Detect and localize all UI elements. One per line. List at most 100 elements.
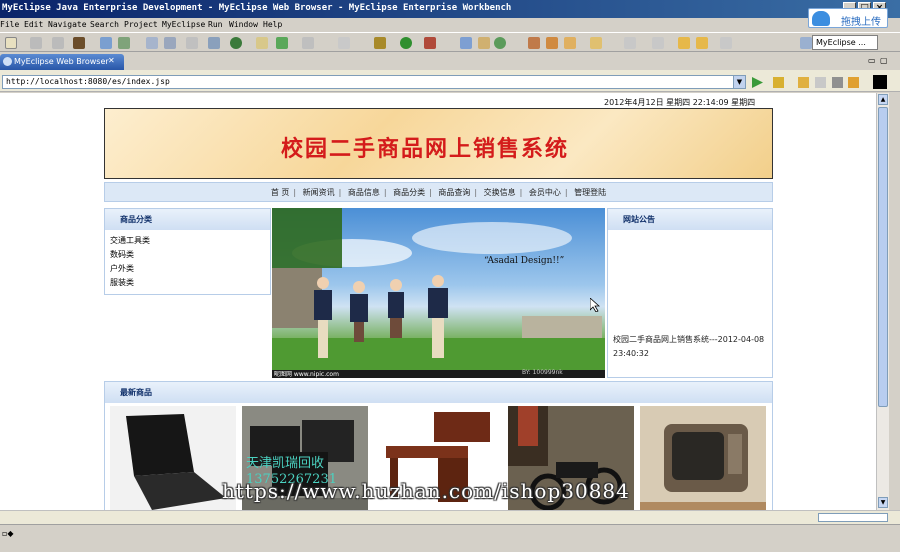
window-title: MyEclipse Java Enterprise Development - … [2, 3, 512, 13]
notice-panel-title: 网站公告 [608, 209, 772, 230]
category-item[interactable]: 数码类 [105, 248, 270, 262]
notice-panel: 网站公告 校园二手商品网上销售系统---2012-04-08 23:40:32 [607, 208, 773, 378]
new-project-icon[interactable] [494, 37, 506, 49]
vintage-tv-image [640, 406, 766, 510]
workbench-status-bar: ▫◆ [0, 524, 900, 552]
tab-close-icon[interactable]: ✕ [108, 56, 115, 65]
perspective-icon[interactable] [800, 37, 812, 49]
window-title-bar: MyEclipse Java Enterprise Development - … [0, 0, 900, 18]
nav-separator: | [293, 188, 297, 197]
vertical-scrollbar[interactable]: ▲ ▼ [876, 93, 889, 510]
menu-myeclipse[interactable]: MyEclipse [162, 20, 205, 29]
new-wizard-icon[interactable] [460, 37, 472, 49]
site-banner: 校园二手商品网上销售系统 [104, 108, 773, 179]
main-toolbar: MyEclipse ... [0, 32, 900, 52]
nav-news[interactable]: 新闻资讯 [303, 188, 335, 197]
tab-myeclipse-web-browser[interactable]: MyEclipse Web Browser ✕ [0, 54, 124, 70]
forward-icon[interactable] [696, 37, 708, 49]
open-folder-icon[interactable] [564, 37, 576, 49]
console-icon[interactable] [873, 75, 887, 89]
url-dropdown-button[interactable]: ▼ [733, 75, 746, 89]
refresh-icon[interactable] [276, 37, 288, 49]
class-icon[interactable] [478, 37, 490, 49]
hero-footer-right: BY: 100999nk [522, 369, 563, 376]
package-icon[interactable] [73, 37, 85, 49]
nav-exchange[interactable]: 交换信息 [484, 188, 516, 197]
maximize-view-icon[interactable]: ▢ [880, 56, 888, 65]
nav-search[interactable]: 商品查询 [438, 188, 470, 197]
category-panel: 商品分类 交通工具类 数码类 户外类 服装类 [104, 208, 271, 295]
laptop-image [110, 406, 236, 510]
upload-label: 拖拽上传 [841, 17, 881, 28]
save-icon[interactable] [30, 37, 42, 49]
new-file-icon[interactable] [5, 37, 17, 49]
browser-forward-icon[interactable] [815, 77, 826, 88]
folder-icon[interactable] [256, 37, 268, 49]
hero-image: “Asadal Design!!” 昵图网 www.nipic.com BY: … [272, 208, 605, 378]
url-input[interactable]: http://localhost:8080/es/index.jsp [2, 75, 746, 89]
run-icon[interactable] [400, 37, 412, 49]
product-laptop[interactable] [110, 406, 236, 510]
menu-project[interactable]: Project [124, 20, 158, 29]
debug-tools-icon[interactable] [100, 37, 112, 49]
task-icon[interactable] [590, 37, 602, 49]
nav-separator: | [383, 188, 387, 197]
hero-illustration [272, 208, 605, 378]
next-annotation-icon[interactable] [652, 37, 664, 49]
scroll-up-icon[interactable]: ▲ [878, 94, 888, 105]
menu-window[interactable]: Window [229, 20, 258, 29]
upload-widget[interactable]: 拖拽上传 [808, 8, 888, 28]
nav-admin-login[interactable]: 管理登陆 [574, 188, 606, 197]
status-icon: ▫◆ [2, 529, 14, 538]
progress-bar [818, 513, 888, 522]
stop-icon[interactable] [832, 77, 843, 88]
menu-file[interactable]: File [0, 20, 19, 29]
server-icon[interactable] [118, 37, 130, 49]
hero-caption: “Asadal Design!!” [484, 256, 565, 266]
page-datetime: 2012年4月12日 星期四 22:14:09 星期四 [604, 98, 756, 107]
database-icon[interactable] [186, 37, 198, 49]
explorer-icon[interactable] [208, 37, 220, 49]
open-type-icon[interactable] [338, 37, 350, 49]
notice-entry[interactable]: 校园二手商品网上销售系统---2012-04-08 23:40:32 [613, 333, 773, 361]
category-item[interactable]: 交通工具类 [105, 234, 270, 248]
nav-categories[interactable]: 商品分类 [393, 188, 425, 197]
category-item[interactable]: 户外类 [105, 262, 270, 276]
deploy-icon[interactable] [146, 37, 158, 49]
web-icon[interactable] [164, 37, 176, 49]
nav-home[interactable]: 首 页 [271, 188, 290, 197]
go-icon[interactable] [752, 77, 763, 88]
favorites-icon[interactable] [773, 77, 784, 88]
watermark-url: https://www.huzhan.com/ishop30884 [222, 479, 630, 503]
scroll-thumb[interactable] [878, 107, 888, 407]
minimize-view-icon[interactable]: ▭ [868, 56, 876, 65]
window-icon[interactable] [302, 37, 314, 49]
category-item[interactable]: 服装类 [105, 276, 270, 290]
product-vintage-tv[interactable] [640, 406, 766, 510]
browser-status-strip [0, 510, 900, 524]
external-tools-icon[interactable] [424, 37, 436, 49]
globe-icon[interactable] [230, 37, 242, 49]
menu-help[interactable]: Help [263, 20, 282, 29]
menu-search[interactable]: Search [90, 20, 119, 29]
browser-refresh-icon[interactable] [848, 77, 859, 88]
back-icon[interactable] [678, 37, 690, 49]
scroll-down-icon[interactable]: ▼ [878, 497, 888, 508]
nav-products[interactable]: 商品信息 [348, 188, 380, 197]
nav-separator: | [429, 188, 432, 197]
pencil-icon[interactable] [528, 37, 540, 49]
menu-run[interactable]: Run [208, 20, 222, 29]
print-icon[interactable] [52, 37, 64, 49]
tab-label: MyEclipse Web Browser [14, 57, 109, 66]
perspective-selector[interactable]: MyEclipse ... [812, 35, 878, 50]
brush-icon[interactable] [546, 37, 558, 49]
new-goods-title: 最新商品 [105, 382, 772, 403]
bug-icon[interactable] [374, 37, 386, 49]
last-edit-icon[interactable] [720, 37, 732, 49]
menu-bar: File Edit Navigate Search Project MyEcli… [0, 18, 900, 32]
annotation-icon[interactable] [624, 37, 636, 49]
menu-edit[interactable]: Edit [24, 20, 43, 29]
browser-back-icon[interactable] [798, 77, 809, 88]
menu-navigate[interactable]: Navigate [48, 20, 87, 29]
nav-member-center[interactable]: 会员中心 [529, 188, 561, 197]
